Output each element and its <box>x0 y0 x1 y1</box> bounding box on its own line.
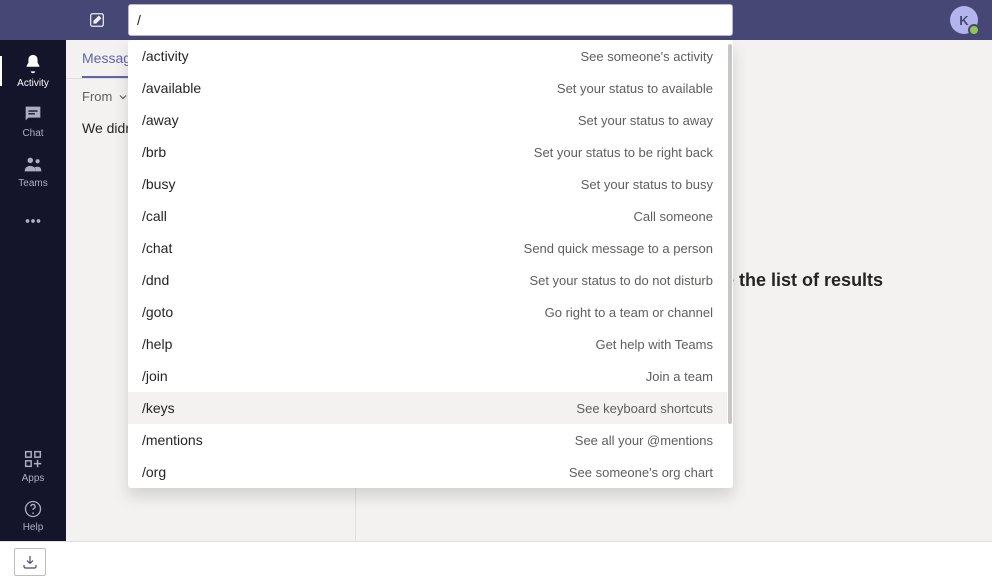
rail-help[interactable]: Help <box>0 491 66 541</box>
command-item[interactable]: /keys See keyboard shortcuts <box>128 392 727 424</box>
rail-apps-label: Apps <box>22 473 45 484</box>
command-desc: Set your status to available <box>557 81 713 96</box>
command-name: /activity <box>142 48 189 64</box>
presence-badge <box>968 24 980 36</box>
command-desc: Set your status to away <box>578 113 713 128</box>
command-name: /help <box>142 336 172 352</box>
command-desc: Set your status to busy <box>581 177 713 192</box>
command-name: /away <box>142 112 179 128</box>
apps-icon <box>22 448 44 470</box>
command-item[interactable]: /help Get help with Teams <box>128 328 727 360</box>
command-item[interactable]: /join Join a team <box>128 360 727 392</box>
command-name: /mentions <box>142 432 203 448</box>
avatar-initial: K <box>959 13 968 28</box>
command-item[interactable]: /busy Set your status to busy <box>128 168 727 200</box>
command-desc: Call someone <box>634 209 714 224</box>
avatar[interactable]: K <box>950 6 978 34</box>
command-list: /activity See someone's activity/availabl… <box>128 40 727 488</box>
compose-button[interactable] <box>66 11 128 29</box>
command-name: /available <box>142 80 201 96</box>
command-item[interactable]: /chat Send quick message to a person <box>128 232 727 264</box>
bell-icon <box>22 53 44 75</box>
rail-teams[interactable]: Teams <box>0 146 66 196</box>
command-desc: Get help with Teams <box>595 337 713 352</box>
command-item[interactable]: /dnd Set your status to do not disturb <box>128 264 727 296</box>
download-bar <box>0 541 992 581</box>
command-name: /keys <box>142 400 175 416</box>
command-desc: Go right to a team or channel <box>545 305 713 320</box>
command-desc: Join a team <box>646 369 713 384</box>
command-desc: See someone's activity <box>580 49 713 64</box>
command-desc: See keyboard shortcuts <box>576 401 713 416</box>
help-icon <box>23 499 43 519</box>
command-item[interactable]: /goto Go right to a team or channel <box>128 296 727 328</box>
rail-activity[interactable]: Activity <box>0 46 66 96</box>
command-name: /busy <box>142 176 175 192</box>
app-header: K <box>0 0 992 40</box>
command-name: /org <box>142 464 166 480</box>
app-rail: Activity Chat Teams <box>0 40 66 541</box>
command-item[interactable]: /available Set your status to available <box>128 72 727 104</box>
filter-from-label: From <box>82 89 112 104</box>
command-name: /goto <box>142 304 173 320</box>
rail-help-label: Help <box>23 522 44 533</box>
rail-chat-label: Chat <box>22 128 43 139</box>
chat-icon <box>22 103 44 125</box>
command-item[interactable]: /mentions See all your @mentions <box>128 424 727 456</box>
rail-chat[interactable]: Chat <box>0 96 66 146</box>
command-item[interactable]: /call Call someone <box>128 200 727 232</box>
command-item[interactable]: /activity See someone's activity <box>128 40 727 72</box>
command-item[interactable]: /org See someone's org chart <box>128 456 727 488</box>
download-icon <box>21 553 39 571</box>
teams-icon <box>22 153 44 175</box>
more-icon <box>22 210 44 232</box>
search-box[interactable] <box>128 4 733 36</box>
download-button[interactable] <box>14 548 46 576</box>
command-name: /dnd <box>142 272 169 288</box>
command-name: /join <box>142 368 168 384</box>
rail-apps[interactable]: Apps <box>0 441 66 491</box>
command-desc: See all your @mentions <box>575 433 713 448</box>
command-dropdown: /activity See someone's activity/availabl… <box>128 40 733 488</box>
command-item[interactable]: /away Set your status to away <box>128 104 727 136</box>
rail-activity-label: Activity <box>17 78 49 89</box>
command-desc: See someone's org chart <box>569 465 713 480</box>
search-input[interactable] <box>137 12 724 28</box>
command-name: /call <box>142 208 167 224</box>
rail-teams-label: Teams <box>18 178 47 189</box>
dropdown-scrollbar[interactable] <box>727 40 733 488</box>
command-desc: Set your status to do not disturb <box>529 273 713 288</box>
command-name: /chat <box>142 240 172 256</box>
command-desc: Set your status to be right back <box>534 145 713 160</box>
compose-icon <box>88 11 106 29</box>
command-item[interactable]: /brb Set your status to be right back <box>128 136 727 168</box>
rail-more[interactable] <box>0 196 66 246</box>
command-name: /brb <box>142 144 166 160</box>
chevron-down-icon <box>118 92 128 102</box>
command-desc: Send quick message to a person <box>524 241 713 256</box>
